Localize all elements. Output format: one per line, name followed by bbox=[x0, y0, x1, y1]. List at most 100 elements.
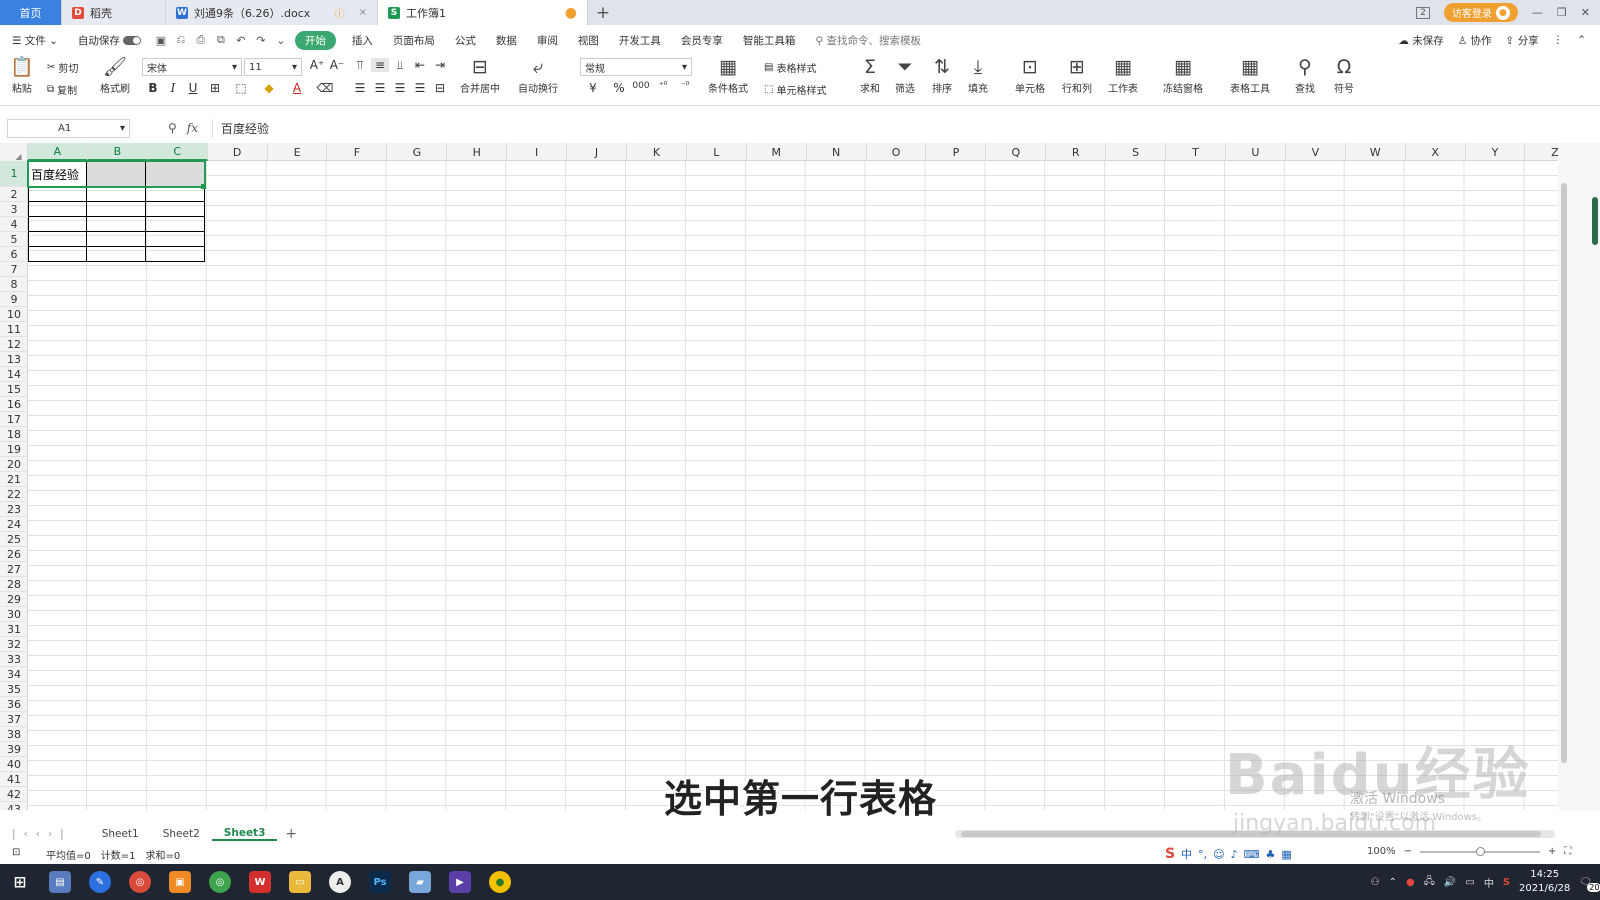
close-icon[interactable]: × bbox=[359, 7, 367, 18]
row-header-12[interactable]: 12 bbox=[0, 337, 28, 352]
autosave-toggle[interactable]: 自动保存 bbox=[68, 33, 151, 48]
font-size-select[interactable]: 11 ▾ bbox=[244, 58, 302, 76]
add-sheet-button[interactable]: + bbox=[277, 826, 305, 842]
percent-icon[interactable]: % bbox=[610, 81, 628, 95]
people-icon[interactable]: ⚇ bbox=[1371, 877, 1380, 888]
customize-icon[interactable]: ⌄ bbox=[274, 33, 288, 47]
sogou-tray-icon[interactable]: S bbox=[1503, 877, 1510, 888]
row-header-8[interactable]: 8 bbox=[0, 277, 28, 292]
column-header-j[interactable]: J bbox=[567, 143, 627, 161]
cell-style-button[interactable]: ⬚ 单元格样式 bbox=[764, 82, 826, 97]
cells-button[interactable]: ⊡ 单元格 bbox=[1015, 56, 1045, 95]
unsaved-status[interactable]: ☁ 未保存 bbox=[1398, 33, 1443, 48]
antivirus-icon[interactable]: ● bbox=[1406, 877, 1415, 888]
sidebar-handle[interactable] bbox=[1592, 197, 1598, 245]
row-header-11[interactable]: 11 bbox=[0, 322, 28, 337]
number-format-select[interactable]: 常规 ▾ bbox=[580, 58, 692, 76]
print-icon[interactable]: ⎙ bbox=[194, 33, 208, 47]
row-col-button[interactable]: ⊞ 行和列 bbox=[1062, 56, 1092, 95]
row-header-38[interactable]: 38 bbox=[0, 727, 28, 742]
row-header-32[interactable]: 32 bbox=[0, 637, 28, 652]
undo-icon[interactable]: ↶ bbox=[234, 33, 248, 47]
tab-word-doc[interactable]: W 刘通9条（6.26）.docx ⓘ × bbox=[166, 0, 378, 25]
column-header-v[interactable]: V bbox=[1286, 143, 1346, 161]
column-header-z[interactable]: Z bbox=[1526, 143, 1558, 161]
taskbar-app-feather[interactable]: ✎ bbox=[80, 864, 120, 900]
tray-expand-icon[interactable]: ⌃ bbox=[1389, 877, 1397, 888]
sogou-icon[interactable]: S bbox=[1165, 846, 1175, 862]
font-color-icon[interactable]: A bbox=[288, 81, 306, 95]
column-header-i[interactable]: I bbox=[507, 143, 568, 161]
column-header-h[interactable]: H bbox=[447, 143, 508, 161]
collapse-ribbon-icon[interactable]: ⌃ bbox=[1577, 34, 1586, 46]
horizontal-scrollbar[interactable] bbox=[955, 830, 1555, 838]
column-header-g[interactable]: G bbox=[387, 143, 448, 161]
row-header-22[interactable]: 22 bbox=[0, 487, 28, 502]
column-header-u[interactable]: U bbox=[1226, 143, 1286, 161]
font-grow-icon[interactable]: A⁺ bbox=[308, 58, 326, 72]
wrap-text-button[interactable]: ⤶ 自动换行 bbox=[518, 56, 558, 95]
save-icon[interactable]: ▣ bbox=[154, 33, 168, 47]
taskbar-app-explorer[interactable]: ▤ bbox=[40, 864, 80, 900]
row-header-1[interactable]: 1 bbox=[0, 161, 28, 187]
zoom-in-icon[interactable]: + bbox=[1548, 846, 1556, 857]
row-header-23[interactable]: 23 bbox=[0, 502, 28, 517]
align-top-icon[interactable]: ⫪ bbox=[351, 58, 369, 73]
distribute-icon[interactable]: ⊟ bbox=[431, 81, 449, 95]
zoom-value[interactable]: 100% bbox=[1367, 846, 1396, 857]
align-bottom-icon[interactable]: ⫫ bbox=[391, 58, 409, 73]
print-preview-icon[interactable]: ⧉ bbox=[214, 33, 228, 47]
display-icon[interactable]: ▭ bbox=[1465, 877, 1474, 888]
tab-workbook[interactable]: S 工作簿1 ● bbox=[378, 0, 588, 25]
worksheet-button[interactable]: ▦ 工作表 bbox=[1108, 56, 1138, 95]
volume-icon[interactable]: 🔊 bbox=[1444, 877, 1456, 888]
fx-icon[interactable]: fx bbox=[187, 121, 198, 135]
cell-fill-icon[interactable]: ⬚ bbox=[232, 81, 250, 95]
taskbar-app-photoshop[interactable]: Ps bbox=[360, 864, 400, 900]
align-right-icon[interactable]: ☰ bbox=[391, 81, 409, 95]
row-header-18[interactable]: 18 bbox=[0, 427, 28, 442]
row-header-13[interactable]: 13 bbox=[0, 352, 28, 367]
row-header-43[interactable]: 43 bbox=[0, 802, 28, 811]
start-button[interactable]: ⊞ bbox=[0, 864, 40, 900]
align-left-icon[interactable]: ☰ bbox=[351, 81, 369, 95]
name-box[interactable]: A1 ▾ bbox=[7, 119, 130, 138]
taskbar-app-wps[interactable]: W bbox=[240, 864, 280, 900]
zoom-slider[interactable] bbox=[1419, 846, 1540, 856]
clock[interactable]: 14:25 2021/6/28 bbox=[1519, 868, 1570, 896]
row-header-3[interactable]: 3 bbox=[0, 202, 28, 217]
row-header-40[interactable]: 40 bbox=[0, 757, 28, 772]
decrease-decimal-icon[interactable]: ⁻⁰ bbox=[676, 81, 694, 91]
mic-icon[interactable]: ♪ bbox=[1231, 848, 1238, 861]
column-header-x[interactable]: X bbox=[1406, 143, 1466, 161]
tab-page-layout[interactable]: 页面布局 bbox=[383, 33, 445, 48]
scroll-thumb[interactable] bbox=[961, 831, 1541, 837]
italic-icon[interactable]: I bbox=[164, 81, 182, 95]
redo-icon[interactable]: ↷ bbox=[254, 33, 268, 47]
ime-lang[interactable]: 中 bbox=[1181, 846, 1192, 862]
column-header-q[interactable]: Q bbox=[986, 143, 1047, 161]
sheet-tab-3[interactable]: Sheet3 bbox=[211, 827, 278, 841]
row-header-35[interactable]: 35 bbox=[0, 682, 28, 697]
bold-icon[interactable]: B bbox=[144, 81, 162, 95]
thousands-icon[interactable]: 000 bbox=[632, 81, 650, 91]
toggle-switch[interactable] bbox=[122, 36, 141, 45]
row-header-26[interactable]: 26 bbox=[0, 547, 28, 562]
row-header-24[interactable]: 24 bbox=[0, 517, 28, 532]
keyboard-icon[interactable]: ⌨ bbox=[1244, 848, 1260, 861]
column-header-t[interactable]: T bbox=[1166, 143, 1226, 161]
row-header-25[interactable]: 25 bbox=[0, 532, 28, 547]
row-header-15[interactable]: 15 bbox=[0, 382, 28, 397]
more-icon[interactable]: ⋮ bbox=[1553, 34, 1564, 46]
currency-icon[interactable]: ¥ bbox=[584, 81, 602, 95]
row-header-19[interactable]: 19 bbox=[0, 442, 28, 457]
column-header-a[interactable]: A bbox=[28, 143, 88, 161]
column-header-l[interactable]: L bbox=[687, 143, 747, 161]
taskbar-app-media[interactable]: ▣ bbox=[160, 864, 200, 900]
column-header-s[interactable]: S bbox=[1106, 143, 1167, 161]
column-header-p[interactable]: P bbox=[927, 143, 987, 161]
paste-button[interactable]: 📋 粘贴 bbox=[10, 56, 34, 95]
share-button[interactable]: ⇪ 分享 bbox=[1506, 33, 1539, 48]
table-style-button[interactable]: ▤ 表格样式 bbox=[764, 60, 816, 75]
zoom-formula-icon[interactable]: ⚲ bbox=[168, 121, 177, 135]
